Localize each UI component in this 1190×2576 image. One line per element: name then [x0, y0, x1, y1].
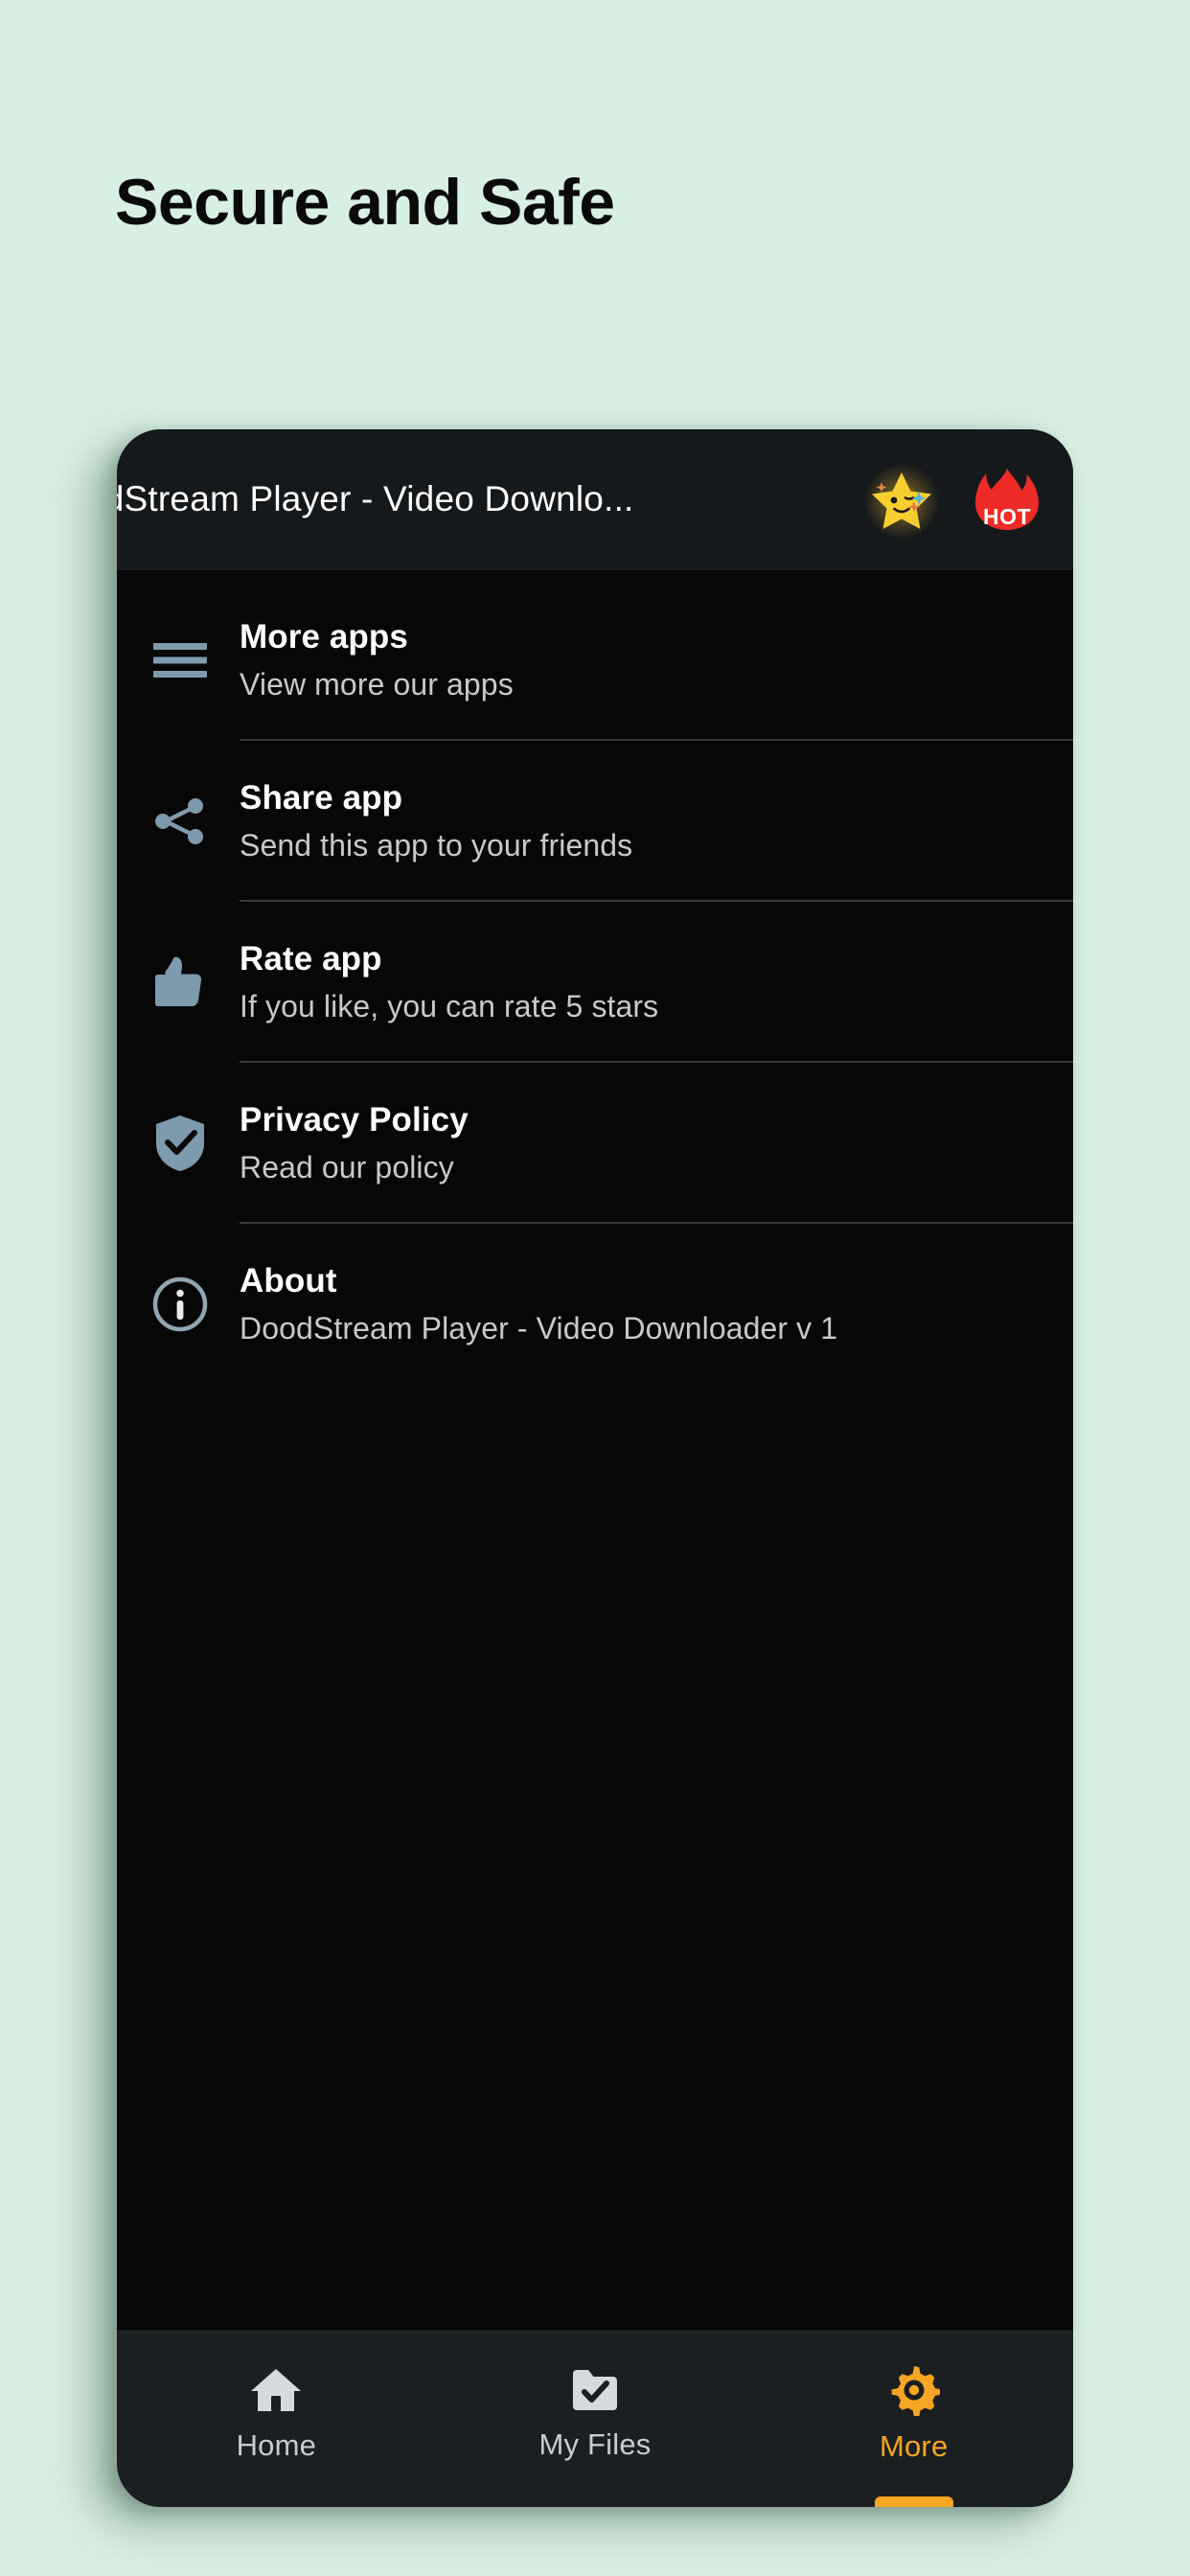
folder-check-icon — [573, 2369, 617, 2410]
menu-list: More apps View more our apps Share app S… — [117, 570, 1073, 2329]
hamburger-glyph — [153, 643, 207, 678]
share-glyph — [155, 798, 203, 844]
menu-item-rate-app[interactable]: Rate app If you like, you can rate 5 sta… — [117, 902, 1073, 1063]
shield-check-glyph — [156, 1116, 204, 1171]
nav-item-my-files[interactable]: My Files — [436, 2330, 755, 2507]
star-icon[interactable] — [864, 463, 939, 539]
menu-item-text: More apps View more our apps — [240, 580, 1073, 741]
nav-item-more[interactable]: More — [754, 2330, 1073, 2507]
menu-item-text: About DoodStream Player - Video Download… — [240, 1224, 1073, 1385]
nav-active-indicator — [874, 2496, 953, 2507]
info-circle-icon — [121, 1224, 240, 1385]
menu-item-subtitle: DoodStream Player - Video Downloader v 1 — [240, 1311, 838, 1346]
phone-mockup: odStream Player - Video Downlo... HOT Mo… — [117, 429, 1073, 2507]
menu-item-subtitle: Read our policy — [240, 1150, 454, 1184]
menu-item-more-apps[interactable]: More apps View more our apps — [117, 580, 1073, 741]
app-bar: odStream Player - Video Downlo... HOT — [117, 429, 1073, 570]
thumbs-up-glyph — [155, 956, 202, 1006]
star-glyph — [872, 472, 931, 529]
nav-label-home: Home — [236, 2427, 317, 2462]
info-circle-glyph — [152, 1276, 208, 1332]
hot-icon[interactable]: HOT — [970, 463, 1044, 538]
menu-item-text: Privacy Policy Read our policy — [240, 1063, 1073, 1224]
app-bar-title: odStream Player - Video Downlo... — [117, 479, 634, 519]
menu-item-share-app[interactable]: Share app Send this app to your friends — [117, 741, 1073, 902]
home-icon — [251, 2368, 302, 2411]
menu-item-subtitle: Send this app to your friends — [240, 828, 633, 862]
app-bar-actions: HOT — [864, 463, 1044, 539]
thumbs-up-icon — [121, 902, 240, 1063]
menu-item-text: Rate app If you like, you can rate 5 sta… — [240, 902, 1073, 1063]
menu-item-privacy-policy[interactable]: Privacy Policy Read our policy — [117, 1063, 1073, 1224]
nav-item-home[interactable]: Home — [117, 2330, 436, 2507]
menu-item-subtitle: If you like, you can rate 5 stars — [240, 989, 659, 1024]
nav-label-my-files: My Files — [538, 2426, 652, 2461]
menu-item-title: About — [240, 1262, 337, 1300]
page-title: Secure and Safe — [115, 166, 615, 239]
menu-item-title: Rate app — [240, 940, 382, 978]
nav-label-more: More — [879, 2428, 949, 2463]
hot-label: HOT — [982, 503, 1032, 529]
share-icon — [121, 741, 240, 902]
menu-item-subtitle: View more our apps — [240, 667, 514, 702]
hamburger-icon — [121, 580, 240, 741]
menu-item-title: Share app — [240, 779, 403, 816]
gear-icon — [891, 2365, 940, 2416]
menu-item-title: Privacy Policy — [240, 1101, 469, 1138]
menu-item-about[interactable]: About DoodStream Player - Video Download… — [117, 1224, 1073, 1385]
shield-check-icon — [121, 1063, 240, 1224]
menu-item-text: Share app Send this app to your friends — [240, 741, 1073, 902]
menu-item-title: More apps — [240, 618, 408, 656]
bottom-navigation: Home My Files More — [117, 2329, 1073, 2507]
